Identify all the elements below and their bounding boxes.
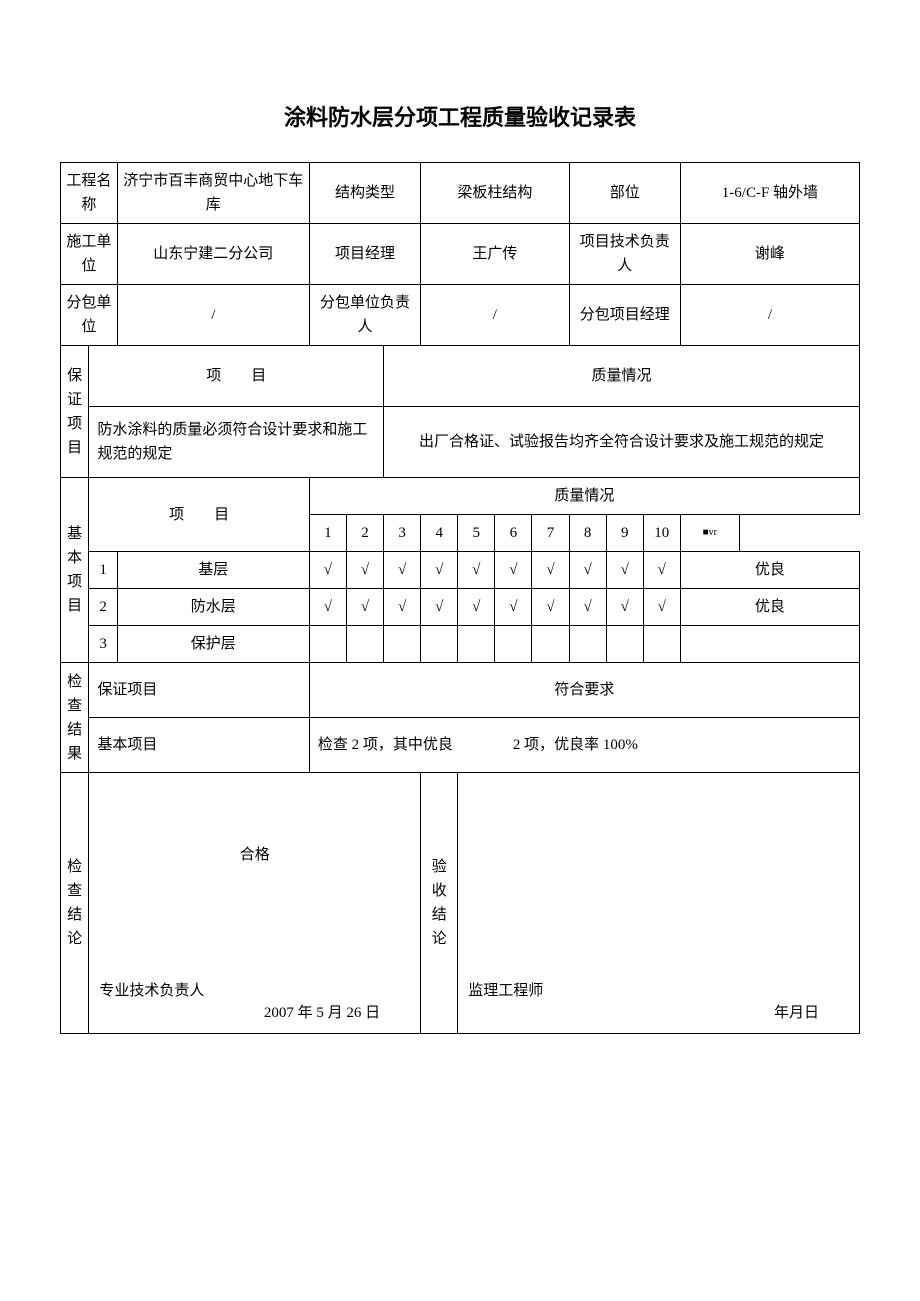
- col-rating: ■vr: [680, 515, 739, 552]
- value-pm: 王广传: [421, 224, 569, 285]
- col-3: 3: [384, 515, 421, 552]
- label-part: 部位: [569, 163, 680, 224]
- col-1: 1: [309, 515, 346, 552]
- col-2: 2: [346, 515, 383, 552]
- label-guarantee-section: 保 证项目: [61, 346, 89, 478]
- label-contractor: 施工单位: [61, 224, 118, 285]
- table-row: 2 防水层 √ √ √ √ √ √ √ √ √ √ 优良: [61, 589, 860, 626]
- label-check-conclusion: 检 查结论: [61, 773, 89, 1034]
- tech-sign-label: 专业技术负责人: [99, 979, 204, 1003]
- row-rating: 优良: [680, 552, 859, 589]
- label-pm: 项目经理: [309, 224, 420, 285]
- label-sub: 分包单位: [61, 285, 118, 346]
- row-name: 基层: [117, 552, 309, 589]
- value-project-name: 济宁市百丰商贸中心地下车库: [117, 163, 309, 224]
- page-title: 涂料防水层分项工程质量验收记录表: [60, 100, 860, 132]
- row-name: 防水层: [117, 589, 309, 626]
- row-name: 保护层: [117, 626, 309, 663]
- label-basic-item-header: 项 目: [89, 478, 309, 552]
- value-sub-pm: /: [680, 285, 859, 346]
- value-check-basic: 检查 2 项，其中优良 2 项，优良率 100%: [309, 718, 859, 773]
- col-8: 8: [569, 515, 606, 552]
- col-7: 7: [532, 515, 569, 552]
- value-sub-lead: /: [421, 285, 569, 346]
- check-date: 2007 年 5 月 26 日: [264, 1001, 380, 1025]
- col-10: 10: [643, 515, 680, 552]
- value-contractor: 山东宁建二分公司: [117, 224, 309, 285]
- record-table: 工程名称 济宁市百丰商贸中心地下车库 结构类型 梁板柱结构 部位 1-6/C-F…: [60, 162, 860, 1034]
- value-check-guarantee: 符合要求: [309, 663, 859, 718]
- value-part: 1-6/C-F 轴外墙: [680, 163, 859, 224]
- value-sub: /: [117, 285, 309, 346]
- col-9: 9: [606, 515, 643, 552]
- label-guarantee-quality-header: 质量情况: [384, 346, 860, 407]
- label-tech-lead: 项目技术负责人: [569, 224, 680, 285]
- guarantee-item-text: 防水涂料的质量必须符合设计要求和施工规范的规定: [89, 407, 384, 478]
- label-sub-lead: 分包单位负责人: [309, 285, 420, 346]
- table-row: 3 保护层: [61, 626, 860, 663]
- label-check-section: 检 查结 果: [61, 663, 89, 773]
- accept-conclusion-cell: 监理工程师 年月日: [458, 773, 860, 1034]
- col-5: 5: [458, 515, 495, 552]
- label-struct-type: 结构类型: [309, 163, 420, 224]
- row-rating: 优良: [680, 589, 859, 626]
- value-struct-type: 梁板柱结构: [421, 163, 569, 224]
- col-4: 4: [421, 515, 458, 552]
- label-check-basic: 基本项目: [89, 718, 309, 773]
- label-basic-quality-header: 质量情况: [309, 478, 859, 515]
- label-accept-conclusion: 验 收结论: [421, 773, 458, 1034]
- col-6: 6: [495, 515, 532, 552]
- supervisor-label: 监理工程师: [468, 979, 543, 1003]
- label-sub-pm: 分包项目经理: [569, 285, 680, 346]
- label-basic-section: 基 本项目: [61, 478, 89, 663]
- value-tech-lead: 谢峰: [680, 224, 859, 285]
- row-rating: [680, 626, 859, 663]
- guarantee-quality-text: 出厂合格证、试验报告均齐全符合设计要求及施工规范的规定: [384, 407, 860, 478]
- label-guarantee-item-header: 项 目: [89, 346, 384, 407]
- accept-date: 年月日: [774, 1001, 819, 1025]
- conclusion-pass: 合格: [99, 843, 410, 867]
- label-project-name: 工程名称: [61, 163, 118, 224]
- table-row: 1 基层 √ √ √ √ √ √ √ √ √ √ 优良: [61, 552, 860, 589]
- label-check-guarantee: 保证项目: [89, 663, 309, 718]
- check-conclusion-cell: 合格 专业技术负责人 2007 年 5 月 26 日: [89, 773, 421, 1034]
